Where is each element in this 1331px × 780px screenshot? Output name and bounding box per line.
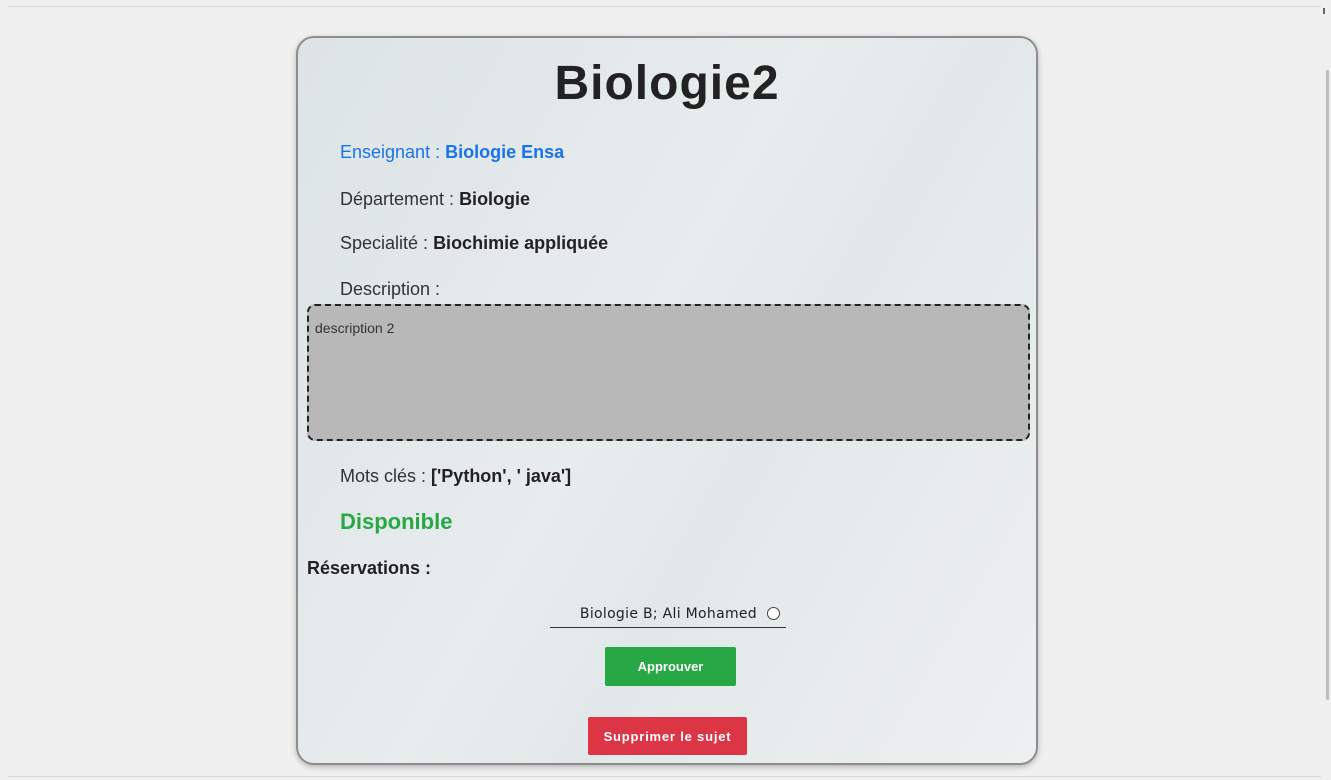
teacher-label: Enseignant : [340,142,446,162]
availability-status: Disponible [340,509,453,534]
department-label: Département : [340,189,460,209]
scrollbar-arrow[interactable] [1323,8,1325,14]
subject-card: Biologie2 Enseignant : Biologie Ensa Dép… [296,36,1038,765]
description-text: description 2 [315,320,395,336]
reservation-radio[interactable] [767,607,780,620]
delete-subject-button[interactable]: Supprimer le sujet [588,717,747,755]
description-box: description 2 [307,304,1030,441]
scrollbar-thumb[interactable] [1326,70,1329,700]
reservation-text: Biologie B; Ali Mohamed [579,605,757,622]
approve-button[interactable]: Approuver [605,647,736,686]
reservation-item[interactable]: Biologie B; Ali Mohamed [550,600,786,628]
teacher-row[interactable]: Enseignant : Biologie Ensa [340,142,564,163]
reservations-label: Réservations : [307,558,432,578]
speciality-value: Biochimie appliquée [433,233,609,253]
keywords-row: Mots clés : ['Python', ' java'] [340,466,571,487]
page-bottom-border [8,776,1321,777]
department-value: Biologie [459,189,531,209]
speciality-row: Specialité : Biochimie appliquée [340,233,608,254]
department-row: Département : Biologie [340,189,530,210]
description-label: Description : [340,279,441,299]
page-top-border [8,6,1321,7]
subject-title: Biologie2 [554,57,780,110]
speciality-label: Specialité : [340,233,434,253]
teacher-name-link[interactable]: Biologie Ensa [445,142,564,162]
keywords-label: Mots clés : [340,466,432,486]
keywords-value: ['Python', ' java'] [431,466,572,486]
